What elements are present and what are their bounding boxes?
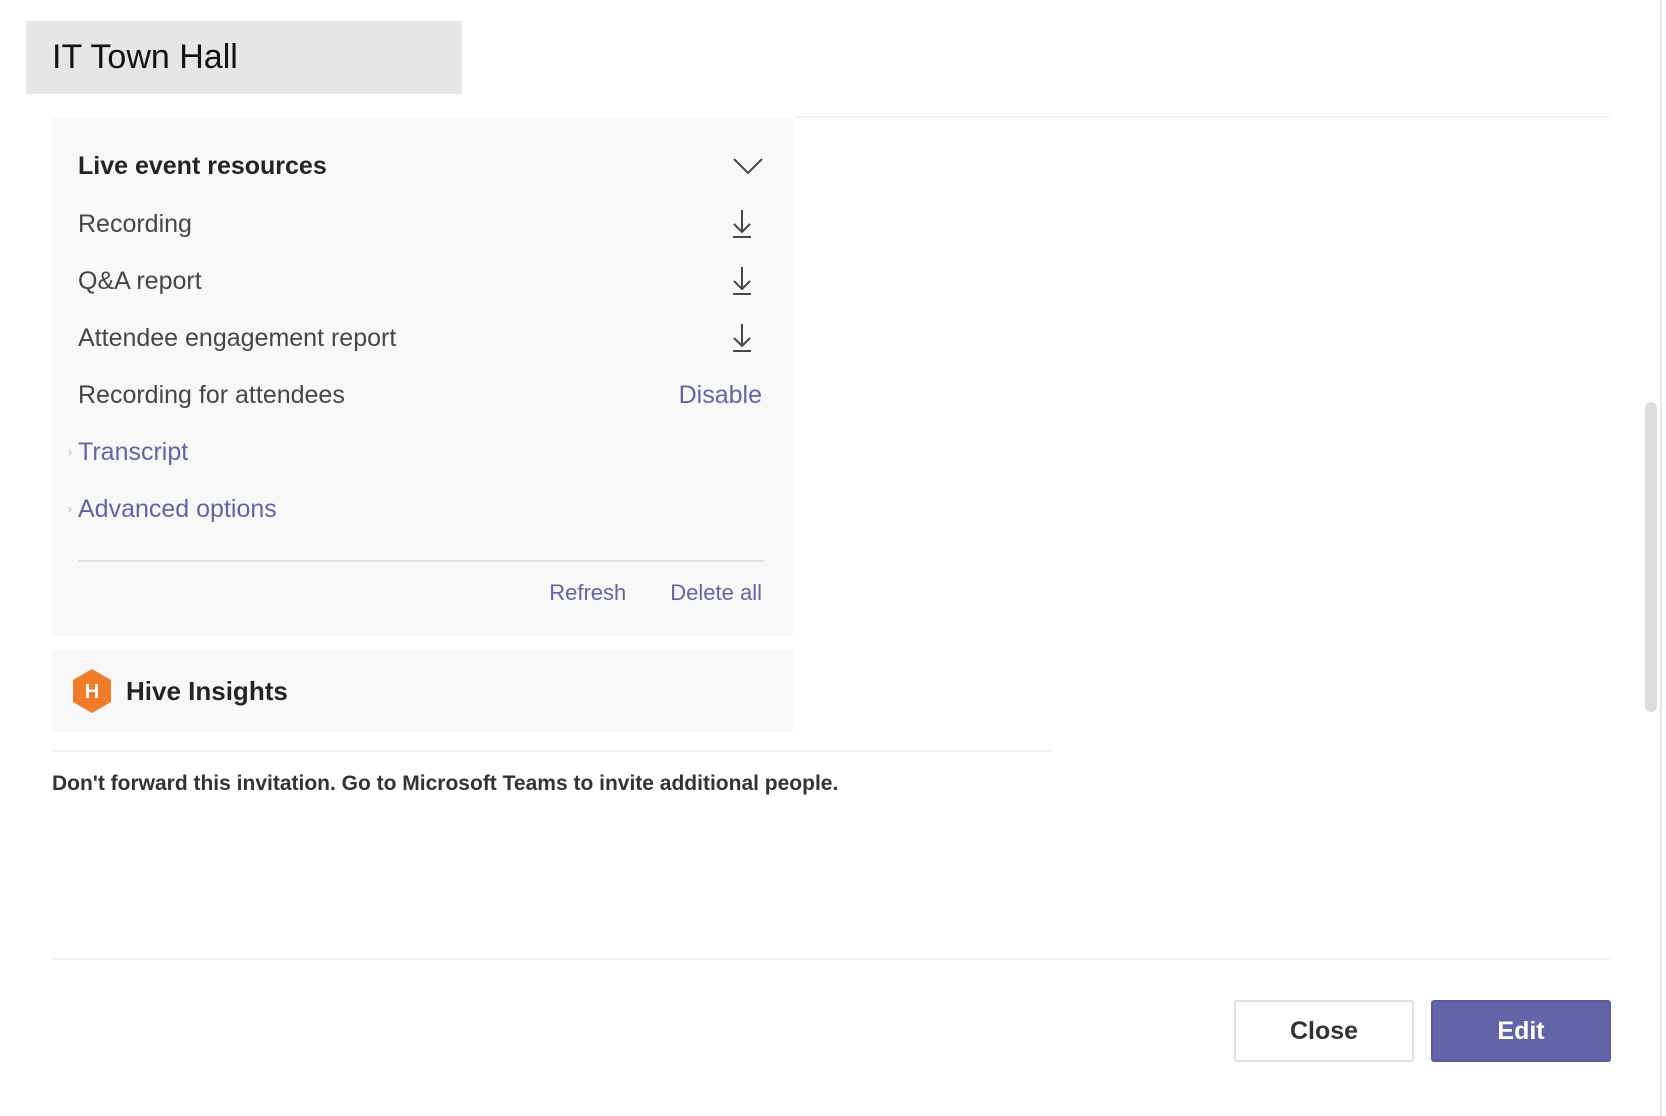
chevron-right-icon: › [68,502,72,516]
hive-insights-card[interactable]: H Hive Insights [52,650,793,732]
hive-logo-letter: H [85,681,99,703]
resource-row-recording: Recording [78,204,762,244]
event-details-page: IT Town Hall Live event resources Record… [0,0,1666,1116]
scrollbar-thumb[interactable] [1645,402,1657,712]
window-edge [1660,0,1662,1116]
resource-row-qa-report: Q&A report [78,261,762,301]
chevron-right-icon: › [68,445,72,459]
refresh-link[interactable]: Refresh [549,580,626,606]
card-divider [78,560,764,562]
resource-row-recording-for-attendees: Recording for attendees Disable [78,375,762,415]
resources-footer: Refresh Delete all [78,576,762,610]
chevron-down-icon[interactable] [728,146,768,186]
download-icon[interactable] [722,261,762,301]
resources-title: Live event resources [78,151,327,180]
top-divider [795,116,1610,118]
live-event-resources-card: Live event resources Recording Q&A repor… [52,118,793,636]
advanced-options-link[interactable]: Advanced options [78,495,277,524]
edit-button[interactable]: Edit [1431,1000,1611,1062]
download-icon[interactable] [722,318,762,358]
advanced-options-expander[interactable]: › Advanced options [62,489,762,529]
hive-logo-icon: H [73,669,111,713]
download-icon[interactable] [722,204,762,244]
resource-label: Recording for attendees [78,380,345,409]
forward-notice: Don't forward this invitation. Go to Mic… [52,772,839,795]
transcript-link[interactable]: Transcript [78,438,188,467]
transcript-expander[interactable]: › Transcript [62,432,762,472]
close-button[interactable]: Close [1234,1000,1414,1062]
mid-divider [52,750,1052,752]
bottom-divider [52,958,1610,960]
delete-all-link[interactable]: Delete all [670,580,762,606]
resource-label: Attendee engagement report [78,323,397,352]
event-title: IT Town Hall [26,21,462,94]
resource-label: Recording [78,209,192,238]
resources-header[interactable]: Live event resources [78,146,768,186]
resource-row-attendee-engagement: Attendee engagement report [78,318,762,358]
resource-label: Q&A report [78,266,202,295]
disable-link[interactable]: Disable [679,381,762,410]
hive-insights-name: Hive Insights [126,675,288,706]
